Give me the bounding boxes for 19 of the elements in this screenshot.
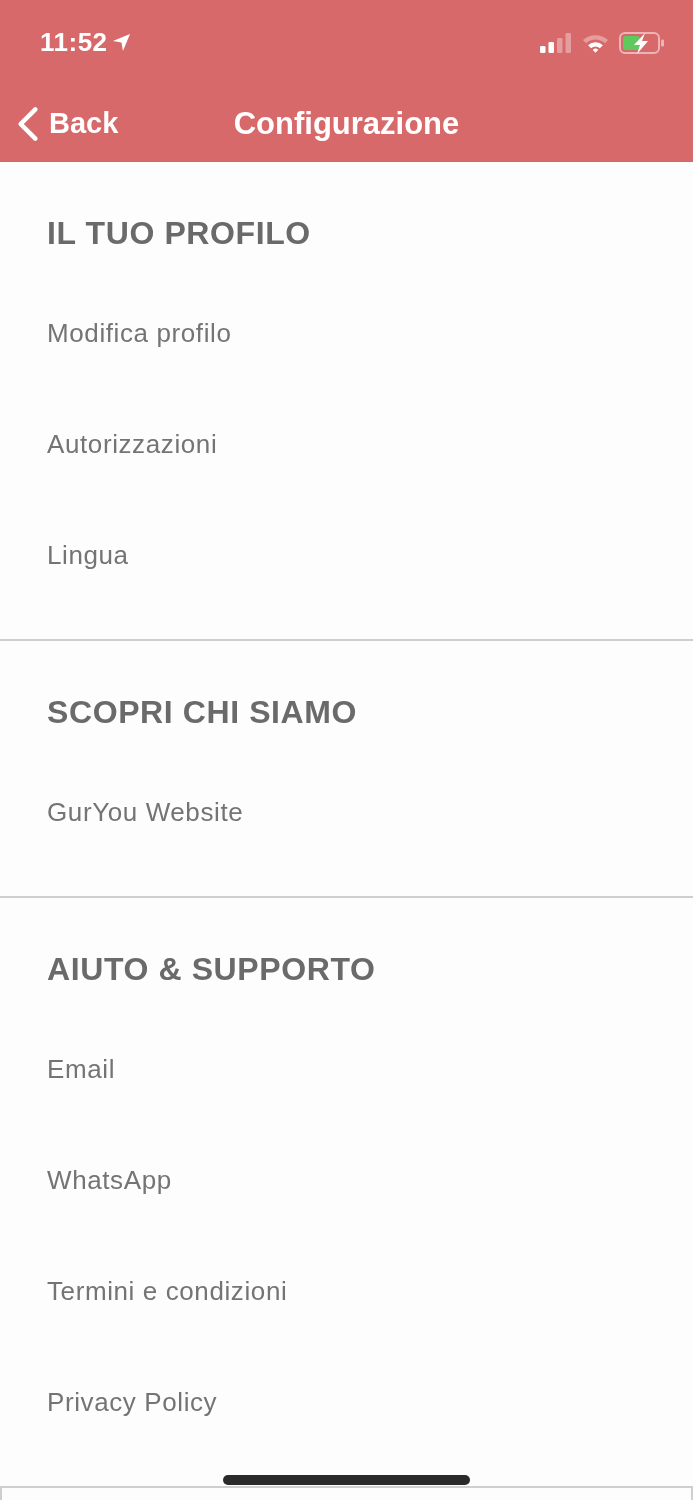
section-title: IL TUO PROFILO	[47, 214, 311, 253]
chevron-left-icon	[17, 105, 39, 142]
screen-title: Configurazione	[233, 105, 460, 142]
settings-item[interactable]: GurYou Website	[47, 757, 244, 868]
settings-item[interactable]: WhatsApp	[47, 1125, 172, 1236]
section-title: AIUTO & SUPPORTO	[47, 950, 376, 989]
signal-bars-icon	[540, 32, 572, 53]
settings-item[interactable]: Termini e condizioni	[47, 1236, 288, 1347]
settings-item[interactable]: Privacy Policy	[47, 1347, 218, 1458]
settings-item[interactable]: Email	[47, 1014, 115, 1125]
section-title: SCOPRI CHI SIAMO	[47, 693, 358, 732]
settings-item[interactable]: Modifica profilo	[47, 278, 232, 389]
back-button[interactable]: Back	[0, 105, 119, 142]
battery-charging-icon	[619, 31, 665, 54]
settings-item[interactable]: Autorizzazioni	[47, 389, 218, 500]
location-arrow-icon	[111, 33, 131, 52]
wifi-icon	[582, 32, 609, 53]
status-time: 11:52	[40, 27, 108, 58]
settings-item[interactable]: Lingua	[47, 500, 129, 611]
